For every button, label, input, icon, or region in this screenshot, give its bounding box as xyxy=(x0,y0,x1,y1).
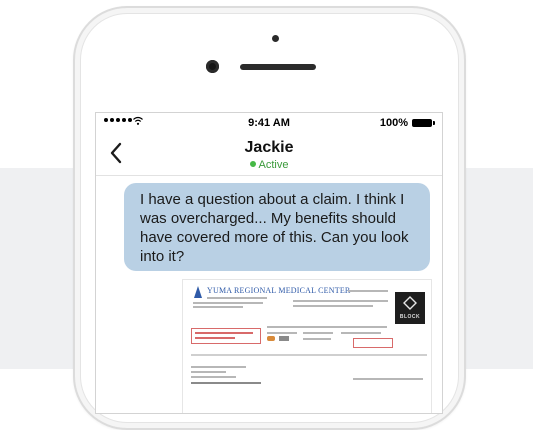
block-badge: BLOCK xyxy=(395,292,425,324)
badge-text: BLOCK xyxy=(399,314,421,320)
card-logo xyxy=(267,336,275,341)
attachment-claim-document[interactable]: YUMA REGIONAL MEDICAL CENTER BLOCK xyxy=(182,279,432,413)
barcode-text xyxy=(191,382,261,384)
presence-label: Active xyxy=(258,159,289,171)
doc-line xyxy=(341,332,381,334)
contact-name[interactable]: Jackie xyxy=(96,139,442,157)
notice-text xyxy=(195,337,235,339)
doc-line xyxy=(267,326,387,328)
earpiece-speaker xyxy=(240,64,316,70)
message-bubble[interactable]: I have a question about a claim. I think… xyxy=(124,183,430,271)
doc-line xyxy=(191,354,427,356)
nav-divider xyxy=(96,175,442,176)
battery-icon xyxy=(412,119,435,127)
active-dot-icon xyxy=(249,161,256,167)
phone-mockup: 9:41 AM 100% Jackie Active I have a ques… xyxy=(73,6,466,430)
presence-status: Active xyxy=(96,159,442,171)
proximity-sensor xyxy=(272,35,279,42)
battery-percentage: 100% xyxy=(379,117,408,129)
notice-box xyxy=(191,328,261,344)
hospital-logo-icon xyxy=(194,286,202,298)
doc-line xyxy=(353,378,423,380)
document-hospital-name: YUMA REGIONAL MEDICAL CENTER xyxy=(207,286,351,295)
front-camera xyxy=(206,60,219,73)
doc-line xyxy=(293,300,388,302)
doc-line xyxy=(303,332,333,334)
doc-line xyxy=(193,302,263,304)
doc-line xyxy=(191,371,226,373)
doc-line xyxy=(303,338,331,340)
status-bar: 9:41 AM 100% xyxy=(96,113,442,133)
doc-line xyxy=(191,366,246,368)
card-logo xyxy=(279,336,289,341)
doc-line xyxy=(207,297,267,299)
notice-text xyxy=(195,332,253,334)
doc-line xyxy=(191,376,236,378)
doc-line xyxy=(348,290,388,292)
amount-box xyxy=(353,338,393,348)
diamond-logo-icon xyxy=(403,296,417,310)
doc-line xyxy=(293,305,373,307)
doc-line xyxy=(193,306,243,308)
doc-line xyxy=(267,332,297,334)
